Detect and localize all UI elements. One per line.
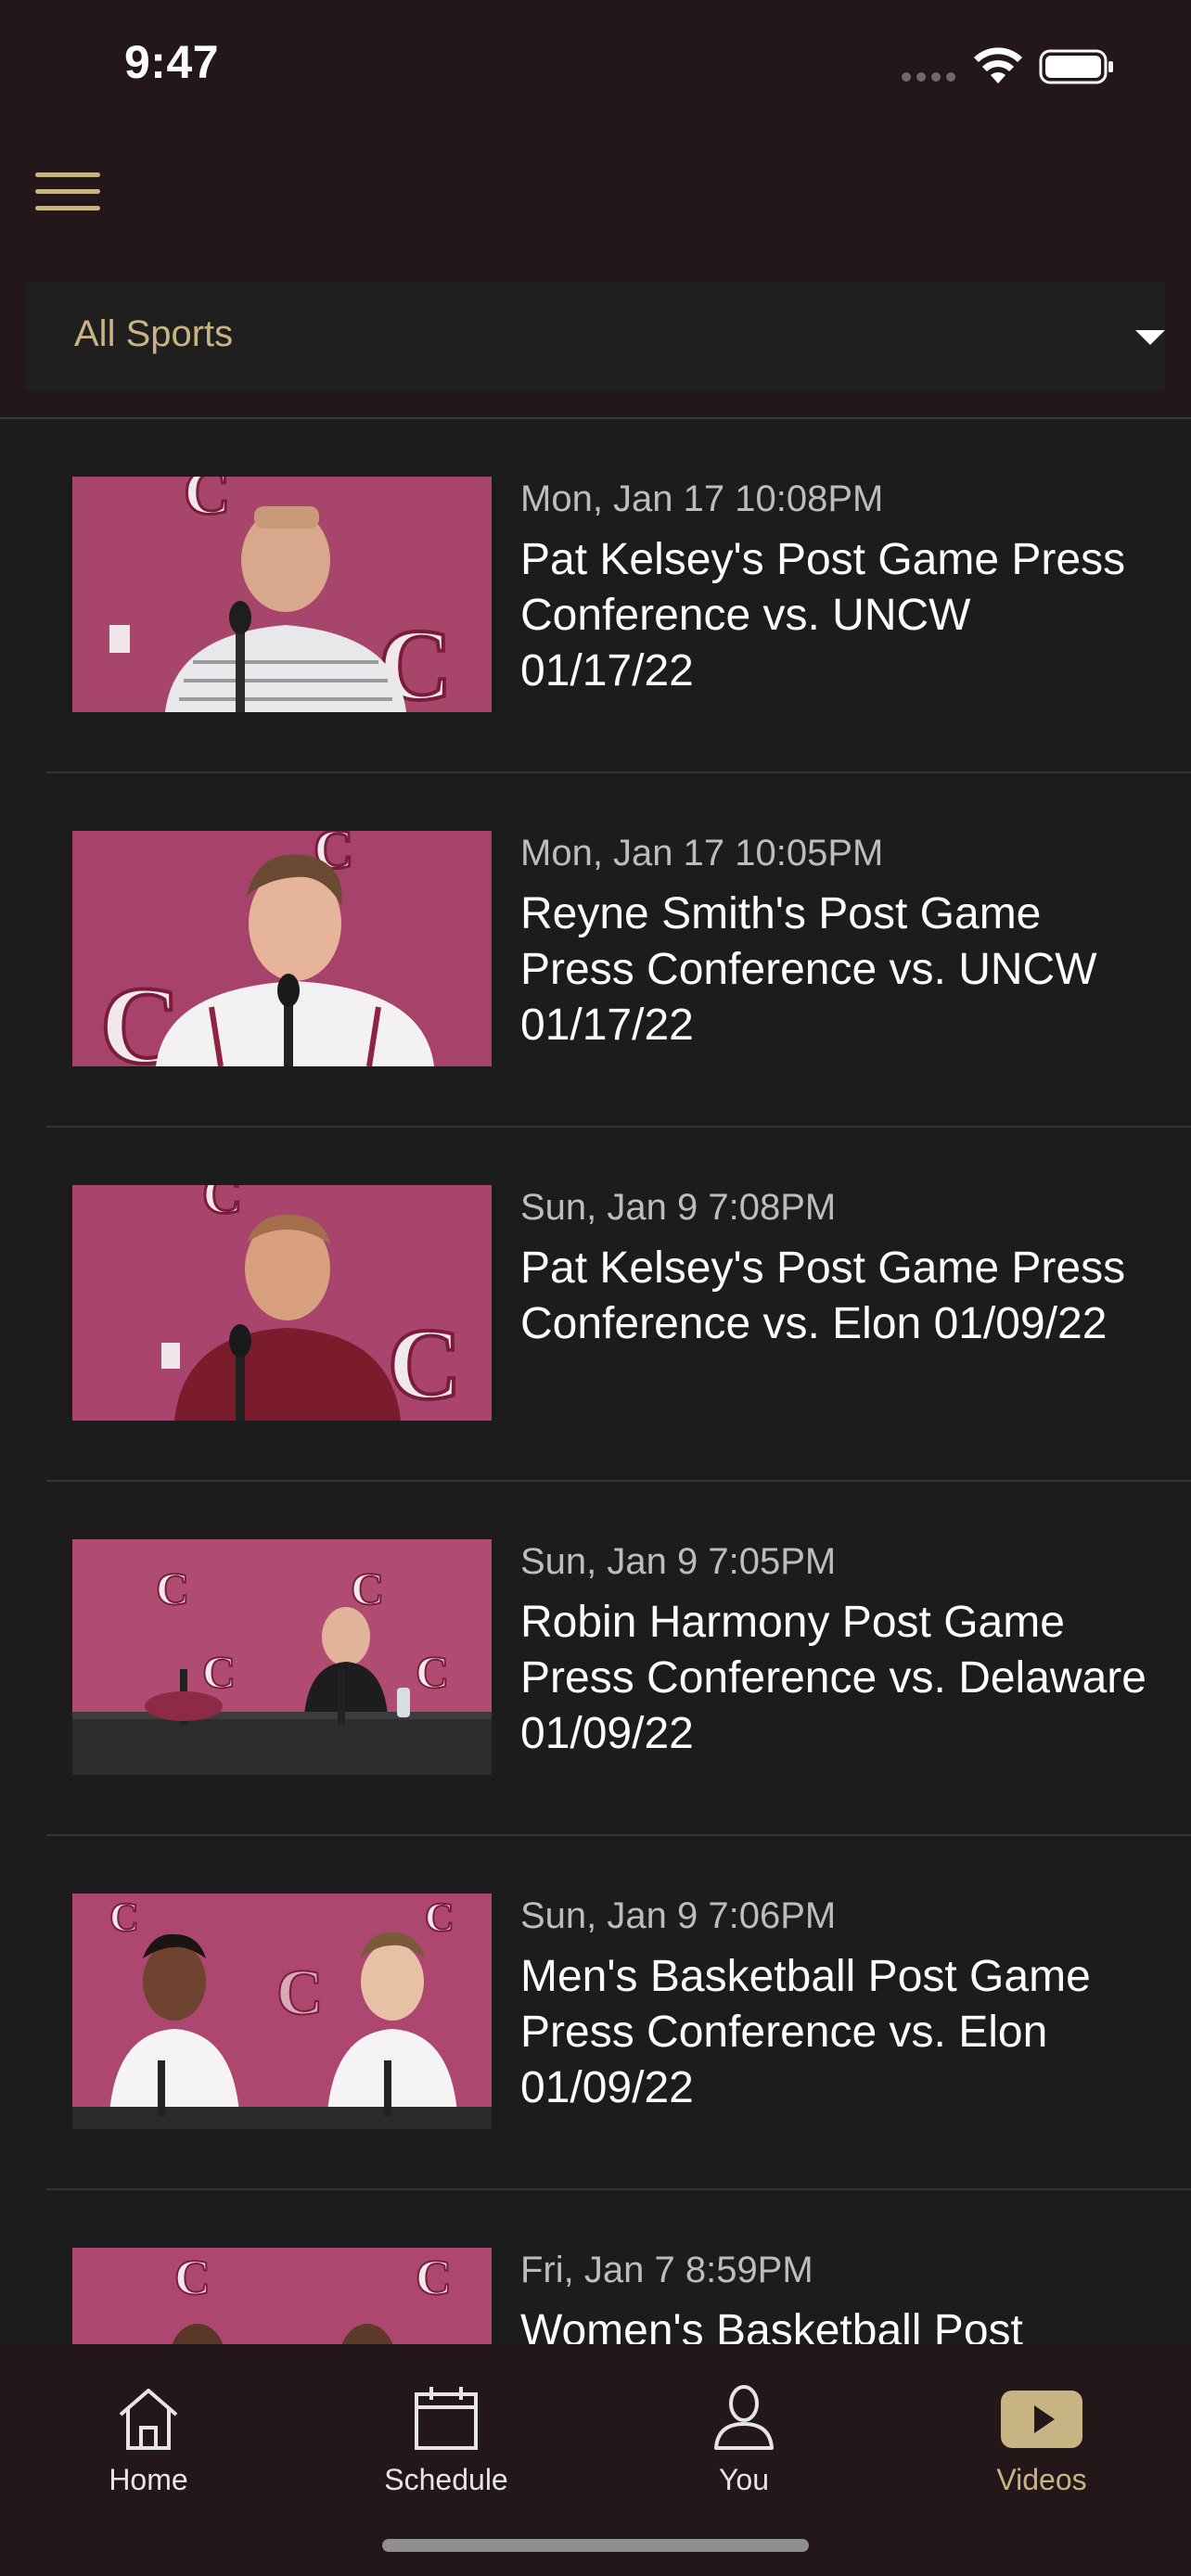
- video-title: Men's Basketball Post Game Press Confere…: [520, 1952, 1091, 2112]
- svg-text:C: C: [388, 1307, 461, 1421]
- video-thumbnail: C C: [72, 477, 492, 712]
- video-thumbnail: C C C C: [72, 1539, 492, 1775]
- hamburger-menu-icon[interactable]: [35, 171, 102, 215]
- video-date: Fri, Jan 7 8:59PM: [520, 2250, 813, 2290]
- video-title: Women's Basketball Post: [520, 2306, 1023, 2344]
- tab-home[interactable]: Home: [37, 2363, 260, 2502]
- svg-text:C: C: [174, 2250, 211, 2305]
- video-list-item[interactable]: C C Fri, Jan 7 8:59PM Women's Basketball…: [0, 2190, 1191, 2344]
- video-date: Mon, Jan 17 10:05PM: [520, 833, 884, 874]
- sport-filter-dropdown[interactable]: All Sports: [26, 282, 1165, 391]
- svg-text:C: C: [202, 1185, 242, 1225]
- caret-down-icon: [1135, 330, 1165, 345]
- wifi-icon: [974, 47, 1022, 83]
- calendar-icon: [415, 2387, 478, 2450]
- status-bar: 9:47: [0, 0, 1191, 139]
- video-list-item[interactable]: C C Mon, Jan 17 10:05PM Reyne Smith's Po…: [0, 773, 1191, 1128]
- svg-text:C: C: [416, 1646, 449, 1698]
- video-title: Pat Kelsey's Post Game Press Conference …: [520, 535, 1126, 695]
- cellular-signal-icon: [902, 72, 957, 82]
- battery-icon: [1039, 49, 1113, 84]
- svg-text:C: C: [109, 1894, 139, 1940]
- video-title: Pat Kelsey's Post Game Press Conference …: [520, 1243, 1126, 1348]
- home-icon: [119, 2389, 178, 2450]
- status-time: 9:47: [124, 36, 220, 88]
- video-thumbnail: C C C: [72, 1894, 492, 2129]
- video-date: Sun, Jan 9 7:06PM: [520, 1895, 837, 1936]
- video-title: Robin Harmony Post Game Press Conference…: [520, 1598, 1146, 1758]
- tab-schedule[interactable]: Schedule: [335, 2363, 557, 2502]
- header: 9:47 All Sports: [0, 0, 1191, 417]
- sport-filter-value: All Sports: [74, 313, 234, 354]
- video-date: Sun, Jan 9 7:08PM: [520, 1187, 837, 1228]
- svg-text:C: C: [416, 2250, 452, 2305]
- video-list-item[interactable]: C C C C Sun, Jan 9 7:05PM Robin Harmony …: [0, 1482, 1191, 1836]
- tab-you-label: You: [719, 2463, 769, 2496]
- video-thumbnail: C C: [72, 2248, 492, 2344]
- videos-screen: 9:47 All Sports C C Mon, Jan 17 10:08PM …: [0, 0, 1191, 2576]
- tab-schedule-label: Schedule: [384, 2463, 508, 2496]
- tab-you[interactable]: You: [633, 2363, 855, 2502]
- video-list-item[interactable]: C C Mon, Jan 17 10:08PM Pat Kelsey's Pos…: [0, 419, 1191, 773]
- svg-text:C: C: [351, 1562, 384, 1614]
- video-date: Sun, Jan 9 7:05PM: [520, 1541, 837, 1582]
- play-icon: [1001, 2391, 1082, 2448]
- person-icon: [714, 2385, 774, 2450]
- tab-home-label: Home: [109, 2463, 188, 2496]
- home-indicator: [382, 2539, 809, 2552]
- tab-videos-label: Videos: [996, 2463, 1087, 2496]
- video-list-item[interactable]: C C Sun, Jan 9 7:08PM Pat Kelsey's Post …: [0, 1128, 1191, 1482]
- tab-videos[interactable]: Videos: [930, 2363, 1153, 2502]
- video-date: Mon, Jan 17 10:08PM: [520, 478, 884, 519]
- video-list[interactable]: C C Mon, Jan 17 10:08PM Pat Kelsey's Pos…: [0, 419, 1191, 2344]
- video-thumbnail: C C: [72, 1185, 492, 1421]
- svg-text:C: C: [425, 1894, 455, 1940]
- svg-text:C: C: [184, 477, 231, 529]
- video-list-item[interactable]: C C C Sun, Jan 9 7:06PM Men's Basketball…: [0, 1836, 1191, 2190]
- svg-text:C: C: [156, 1562, 189, 1614]
- svg-text:C: C: [202, 1646, 236, 1698]
- video-title: Reyne Smith's Post Game Press Conference…: [520, 889, 1097, 1050]
- svg-text:C: C: [276, 1958, 324, 2029]
- video-thumbnail: C C: [72, 831, 492, 1066]
